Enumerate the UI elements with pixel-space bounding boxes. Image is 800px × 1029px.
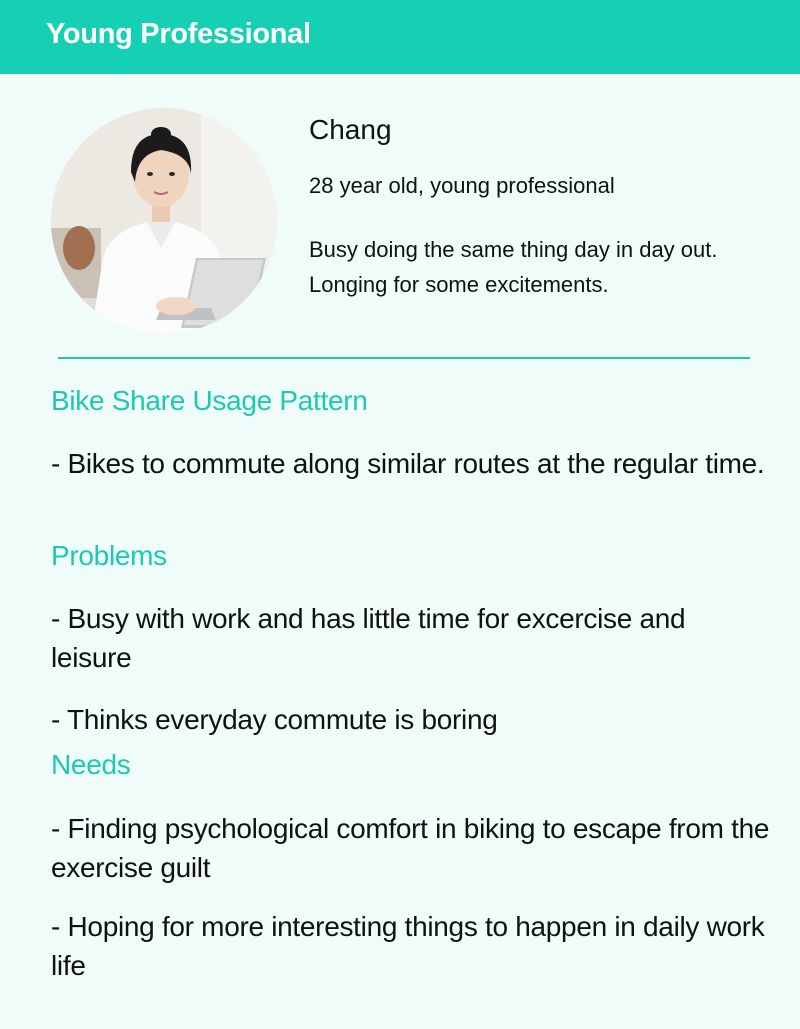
persona-header: Young Professional: [0, 0, 800, 74]
divider: [58, 357, 750, 359]
bio-line: Longing for some excitements.: [309, 272, 609, 297]
persona-age: 28 year old, young professional: [309, 173, 615, 198]
usage-section: Bike Share Usage Pattern: [51, 385, 771, 417]
persona-bio: Busy doing the same thing day in day out…: [309, 232, 769, 302]
bio-line: Busy doing the same thing day in day out…: [309, 237, 718, 262]
section-heading-needs: Needs: [51, 749, 131, 780]
persona-name: Chang: [309, 114, 392, 145]
needs-item: - Finding psychological comfort in bikin…: [51, 813, 770, 883]
needs-section: Needs: [51, 749, 771, 781]
persona-title: Young Professional: [46, 18, 311, 50]
problems-item: - Busy with work and has little time for…: [51, 603, 686, 673]
problems-section: Problems: [51, 540, 771, 572]
persona-avatar: [51, 108, 277, 334]
needs-item: - Hoping for more interesting things to …: [51, 911, 765, 981]
persona-photo-icon: [51, 108, 277, 334]
section-heading-problems: Problems: [51, 540, 167, 571]
problems-item: - Thinks everyday commute is boring: [51, 704, 498, 735]
usage-item: - Bikes to commute along similar routes …: [51, 448, 765, 479]
section-heading-usage: Bike Share Usage Pattern: [51, 385, 368, 416]
